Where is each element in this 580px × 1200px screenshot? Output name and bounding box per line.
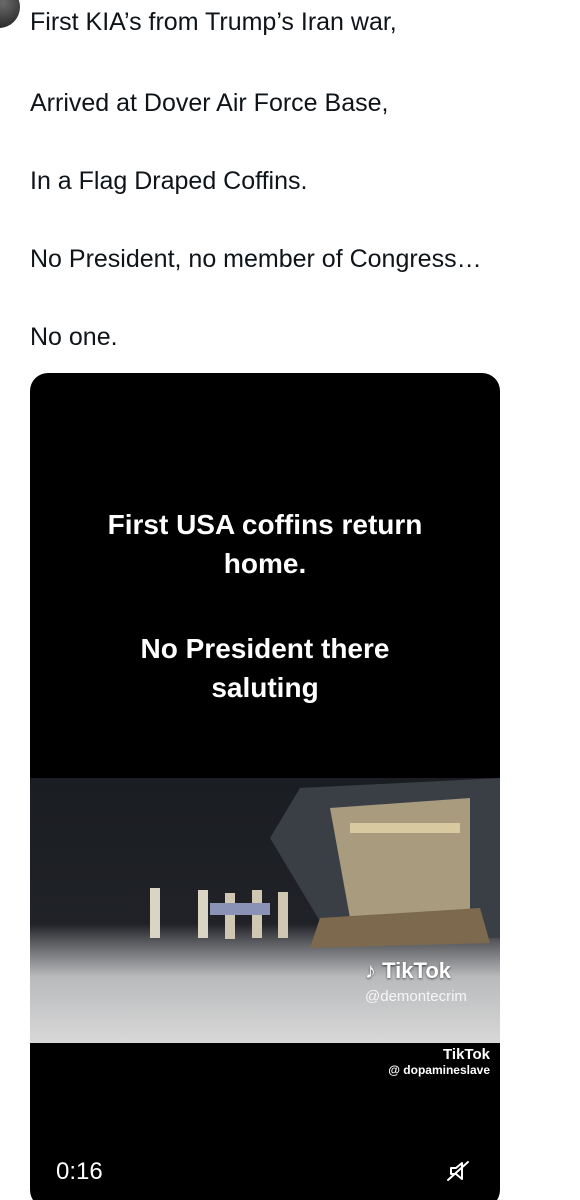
video-player[interactable]: First USA coffins return home. No Presid… <box>30 373 500 1200</box>
tiktok-watermark-secondary: TikTok @ dopamineslave <box>388 1046 490 1077</box>
tiktok-brand: TikTok <box>443 1046 490 1063</box>
tweet-line: First KIA’s from Trump’s Iran war, <box>30 8 397 36</box>
tiktok-handle: @demontecrim <box>365 988 467 1005</box>
video-caption-line: home. <box>223 548 307 579</box>
tiktok-brand: TikTok <box>382 958 451 983</box>
tiktok-note-icon: ♪ <box>365 958 376 983</box>
video-caption-line: First USA coffins return <box>107 509 423 540</box>
tweet-view: First KIA’s from Trump’s Iran war, Arriv… <box>0 0 580 1200</box>
tweet-line: In a Flag Draped Coffins. <box>30 167 308 195</box>
tweet-line: No one. <box>30 323 118 351</box>
mute-button[interactable] <box>443 1156 473 1186</box>
avatar[interactable] <box>0 0 20 28</box>
speaker-muted-icon <box>447 1161 469 1181</box>
video-duration: 0:16 <box>56 1158 103 1185</box>
tiktok-handle: @ dopamineslave <box>388 1063 490 1077</box>
tiktok-logo: ♪ TikTok <box>365 958 467 984</box>
tweet-line: No President, no member of Congress… <box>30 245 482 273</box>
video-caption-line: No President there <box>140 633 390 664</box>
tiktok-watermark: ♪ TikTok @demontecrim <box>365 958 467 1005</box>
tweet-line: Arrived at Dover Air Force Base, <box>30 89 389 117</box>
video-caption-line: saluting <box>211 672 319 703</box>
